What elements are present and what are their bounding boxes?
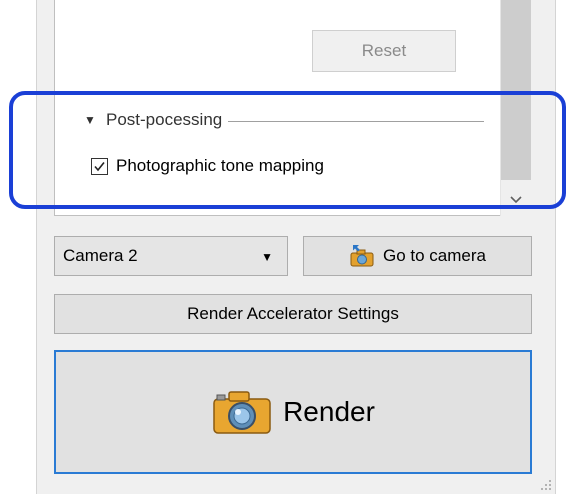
panel-border-right xyxy=(555,0,556,494)
resize-grip-icon[interactable] xyxy=(540,478,552,490)
render-accelerator-settings-button[interactable]: Render Accelerator Settings xyxy=(54,294,532,334)
go-to-camera-label: Go to camera xyxy=(383,246,486,265)
dropdown-arrow-icon[interactable]: ▼ xyxy=(261,250,273,264)
reset-button[interactable]: Reset xyxy=(312,30,456,72)
camera-icon xyxy=(211,387,273,437)
camera-select-value: Camera 2 xyxy=(63,246,138,265)
highlight-annotation xyxy=(9,91,566,209)
render-label: Render xyxy=(283,396,375,427)
panel-border-left xyxy=(36,0,37,494)
camera-goto-icon xyxy=(349,244,375,268)
render-button[interactable]: Render xyxy=(54,350,532,474)
go-to-camera-button[interactable]: Go to camera xyxy=(303,236,532,276)
render-accelerator-label: Render Accelerator Settings xyxy=(187,304,399,323)
camera-select[interactable]: Camera 2 ▼ xyxy=(54,236,288,276)
reset-button-label: Reset xyxy=(361,41,407,60)
